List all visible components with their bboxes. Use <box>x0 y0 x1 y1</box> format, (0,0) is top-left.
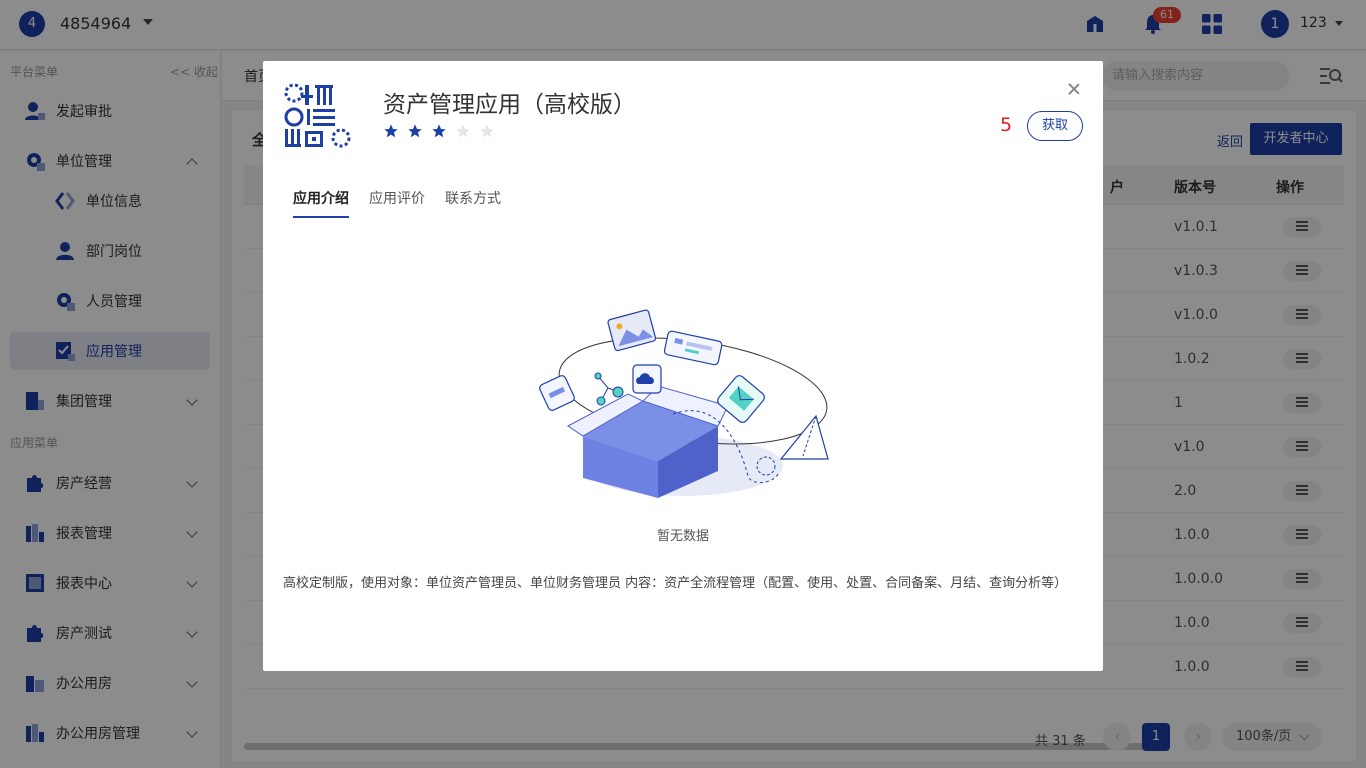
star-filled-icon <box>432 124 446 138</box>
get-button[interactable]: 获取 <box>1027 111 1083 141</box>
close-icon[interactable] <box>1066 81 1082 97</box>
tab-app-reviews[interactable]: 应用评价 <box>369 188 425 218</box>
app-description: 高校定制版，使用对象：单位资产管理员、单位财务管理员 内容：资产全流程管理（配置… <box>283 576 1068 591</box>
modal-tabs: 应用介绍 应用评价 联系方式 <box>293 188 501 218</box>
tab-contact[interactable]: 联系方式 <box>445 188 501 218</box>
star-filled-icon <box>408 124 422 138</box>
app-detail-modal: 资产管理应用（高校版） 5 获取 应用介绍 应用评价 联系方式 暂无数据 高校定… <box>263 61 1103 671</box>
star-empty-icon <box>480 124 494 138</box>
empty-box-illustration <box>539 309 829 498</box>
star-empty-icon <box>456 124 470 138</box>
rating-stars <box>383 123 495 139</box>
star-filled-icon <box>384 124 398 138</box>
empty-state-text: 暂无数据 <box>656 529 709 544</box>
tab-app-intro[interactable]: 应用介绍 <box>293 188 349 218</box>
app-logo <box>284 83 351 148</box>
get-count: 5 <box>1000 114 1013 136</box>
modal-title: 资产管理应用（高校版） <box>383 92 636 118</box>
